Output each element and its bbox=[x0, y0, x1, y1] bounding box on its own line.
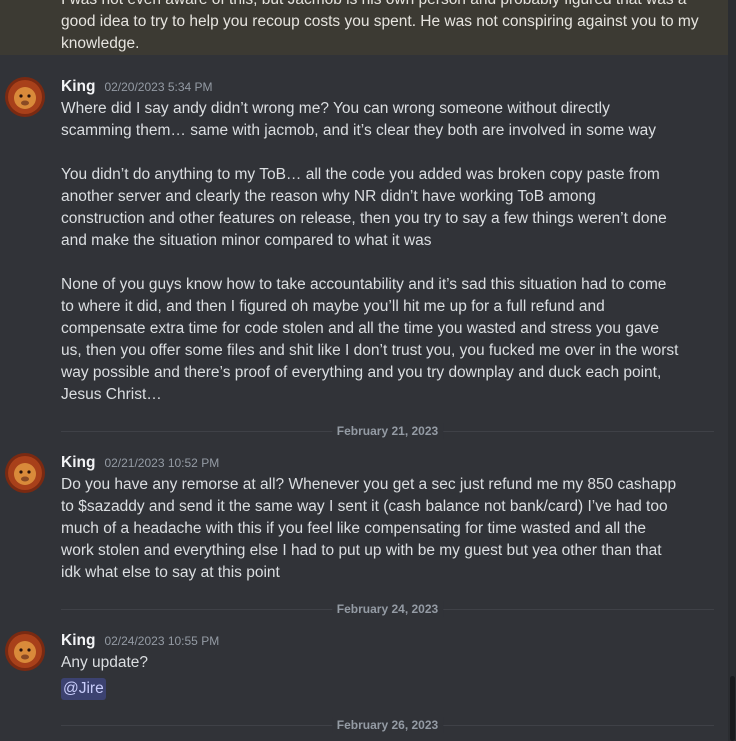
message-body: Do you have any remorse at all? Whenever… bbox=[61, 474, 681, 584]
message-paragraph: None of you guys know how to take accoun… bbox=[61, 276, 679, 403]
timestamp: 02/24/2023 10:55 PM bbox=[104, 634, 220, 648]
message-paragraph: Any update? bbox=[61, 654, 149, 671]
message-paragraph: You didn’t do anything to my ToB… all th… bbox=[61, 166, 667, 249]
scrollbar-thumb[interactable] bbox=[730, 676, 735, 741]
scrollbar-track[interactable] bbox=[728, 0, 736, 741]
date-divider: February 21, 2023 bbox=[61, 423, 714, 439]
username[interactable]: King bbox=[61, 452, 95, 474]
message-body: Where did I say andy didn’t wrong me? Yo… bbox=[61, 98, 681, 406]
user-mention[interactable]: @Jire bbox=[61, 678, 106, 700]
date-divider-label: February 24, 2023 bbox=[331, 601, 444, 617]
message-body: Any update? @Jire bbox=[61, 652, 681, 700]
message-paragraph: Do you have any remorse at all? Whenever… bbox=[61, 476, 677, 581]
date-divider-label: February 21, 2023 bbox=[331, 423, 444, 439]
avatar[interactable] bbox=[5, 631, 45, 671]
message-header: King 02/21/2023 10:52 PM bbox=[61, 452, 219, 474]
timestamp: 02/20/2023 5:34 PM bbox=[104, 80, 213, 94]
date-divider-label: February 26, 2023 bbox=[331, 717, 444, 733]
avatar[interactable] bbox=[5, 77, 45, 117]
lion-avatar-icon bbox=[5, 453, 45, 493]
message-header: King 02/24/2023 10:55 PM bbox=[61, 630, 219, 652]
message-header: King 02/20/2023 5:34 PM bbox=[61, 76, 213, 98]
username[interactable]: King bbox=[61, 630, 95, 652]
timestamp: 02/21/2023 10:52 PM bbox=[104, 456, 220, 470]
date-divider: February 26, 2023 bbox=[61, 717, 714, 733]
avatar[interactable] bbox=[5, 453, 45, 493]
username[interactable]: King bbox=[61, 76, 95, 98]
date-divider: February 24, 2023 bbox=[61, 601, 714, 617]
lion-avatar-icon bbox=[5, 631, 45, 671]
lion-avatar-icon bbox=[5, 77, 45, 117]
highlighted-message: I was not even aware of this, but Jacmob… bbox=[0, 0, 728, 55]
message-text: I was not even aware of this, but Jacmob… bbox=[61, 0, 699, 52]
message-paragraph: Where did I say andy didn’t wrong me? Yo… bbox=[61, 100, 657, 139]
